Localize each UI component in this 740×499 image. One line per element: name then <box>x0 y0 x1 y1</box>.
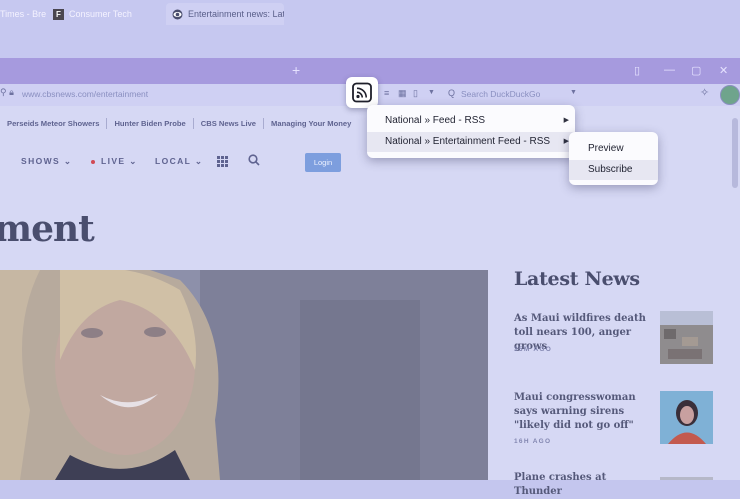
menu-item-label: National » Feed - RSS <box>385 115 486 126</box>
login-button[interactable]: Login <box>305 153 341 172</box>
trending-bar: Perseids Meteor Showers Hunter Biden Pro… <box>0 111 351 135</box>
nav-label: SHOWS <box>21 156 61 166</box>
chevron-right-icon: ▶ <box>563 117 569 124</box>
close-icon[interactable]: ✕ <box>719 64 728 77</box>
story-title-link[interactable]: Maui congresswoman says warning sirens "… <box>514 391 654 433</box>
search-engine-icon[interactable]: Q <box>448 88 455 98</box>
nav-shows[interactable]: SHOWS ⌄ <box>21 156 72 167</box>
preview-menu-item[interactable]: Preview <box>569 139 658 159</box>
tab-entertainment[interactable]: Entertainment news: Latest <box>166 3 284 25</box>
search-field[interactable]: Search DuckDuckGo <box>461 89 540 99</box>
dropdown-icon[interactable]: ▼ <box>428 89 435 96</box>
story-title-link[interactable]: Plane crashes at Thunder <box>514 471 654 499</box>
nav-local[interactable]: LOCAL ⌄ <box>155 156 203 167</box>
reader-view-icon[interactable]: ≡ <box>384 88 389 98</box>
chevron-down-icon: ⌄ <box>63 156 73 166</box>
url-field[interactable]: www.cbsnews.com/entertainment <box>22 89 148 99</box>
feed-submenu: Preview Subscribe <box>569 132 658 185</box>
story-timestamp: 35M AGO <box>514 346 553 353</box>
menu-item-entertainment-feed[interactable]: National » Entertainment Feed - RSS ▶ <box>367 132 575 152</box>
extensions-icon[interactable]: ✧ <box>700 86 709 99</box>
cbs-eye-favicon-icon <box>172 9 183 20</box>
page-title: ment <box>0 208 95 250</box>
nav-label: LIVE <box>101 156 126 166</box>
tab-consumer-tech[interactable]: F Consumer Tech <box>53 3 163 25</box>
scrollbar[interactable] <box>730 106 740 480</box>
apps-grid-icon[interactable] <box>217 156 228 167</box>
story-thumbnail[interactable] <box>660 472 713 480</box>
nav-live[interactable]: LIVE ⌄ <box>91 156 138 167</box>
new-tab-button[interactable]: + <box>292 63 300 77</box>
site-info-icon[interactable]: ⚲ 🔒︎ <box>0 87 14 98</box>
trending-link[interactable]: Managing Your Money <box>271 119 351 128</box>
search-icon[interactable] <box>248 153 260 166</box>
story-thumbnail[interactable] <box>660 391 713 444</box>
profile-avatar-icon[interactable] <box>720 85 740 105</box>
rss-icon <box>352 82 372 103</box>
tab-list-icon[interactable]: ▯ <box>634 64 640 77</box>
maximize-icon[interactable]: ▢ <box>691 64 701 77</box>
trending-link[interactable]: Hunter Biden Probe <box>114 119 185 128</box>
hero-image[interactable] <box>0 270 488 480</box>
story-thumbnail[interactable] <box>660 311 713 364</box>
divider <box>192 117 194 129</box>
trending-link[interactable]: Perseids Meteor Showers <box>7 119 99 128</box>
trending-link[interactable]: CBS News Live <box>201 119 256 128</box>
divider <box>263 117 265 129</box>
menu-item-label: Subscribe <box>588 164 633 175</box>
tab-label: Entertainment news: Latest <box>188 9 284 19</box>
feed-menu: National » Feed - RSS ▶ National » Enter… <box>367 105 575 158</box>
nav-label: LOCAL <box>155 156 192 166</box>
tab-label: Consumer Tech <box>69 9 132 19</box>
search-dropdown-icon[interactable]: ▼ <box>570 89 577 96</box>
qr-code-icon[interactable]: ▦ <box>398 88 407 99</box>
f-favicon-icon: F <box>53 8 64 20</box>
tab-label: Times - Breal <box>0 9 46 19</box>
menu-item-national-feed[interactable]: National » Feed - RSS ▶ <box>367 111 575 131</box>
scrollbar-thumb[interactable] <box>732 118 738 188</box>
divider <box>106 117 108 129</box>
subscribe-menu-item[interactable]: Subscribe <box>569 160 658 180</box>
story-timestamp: 16H AGO <box>514 438 552 445</box>
rss-feed-button[interactable] <box>346 77 378 108</box>
latest-news-heading: Latest News <box>514 268 640 290</box>
chevron-down-icon: ⌄ <box>194 156 204 166</box>
bookmark-icon[interactable]: ▯ <box>413 88 418 99</box>
minimize-icon[interactable]: — <box>664 64 675 76</box>
chevron-down-icon: ⌄ <box>129 156 138 166</box>
menu-item-label: Preview <box>588 143 624 154</box>
tab-times[interactable]: Times - Breal <box>0 3 46 25</box>
live-dot-icon <box>91 159 95 164</box>
menu-item-label: National » Entertainment Feed - RSS <box>385 136 551 147</box>
